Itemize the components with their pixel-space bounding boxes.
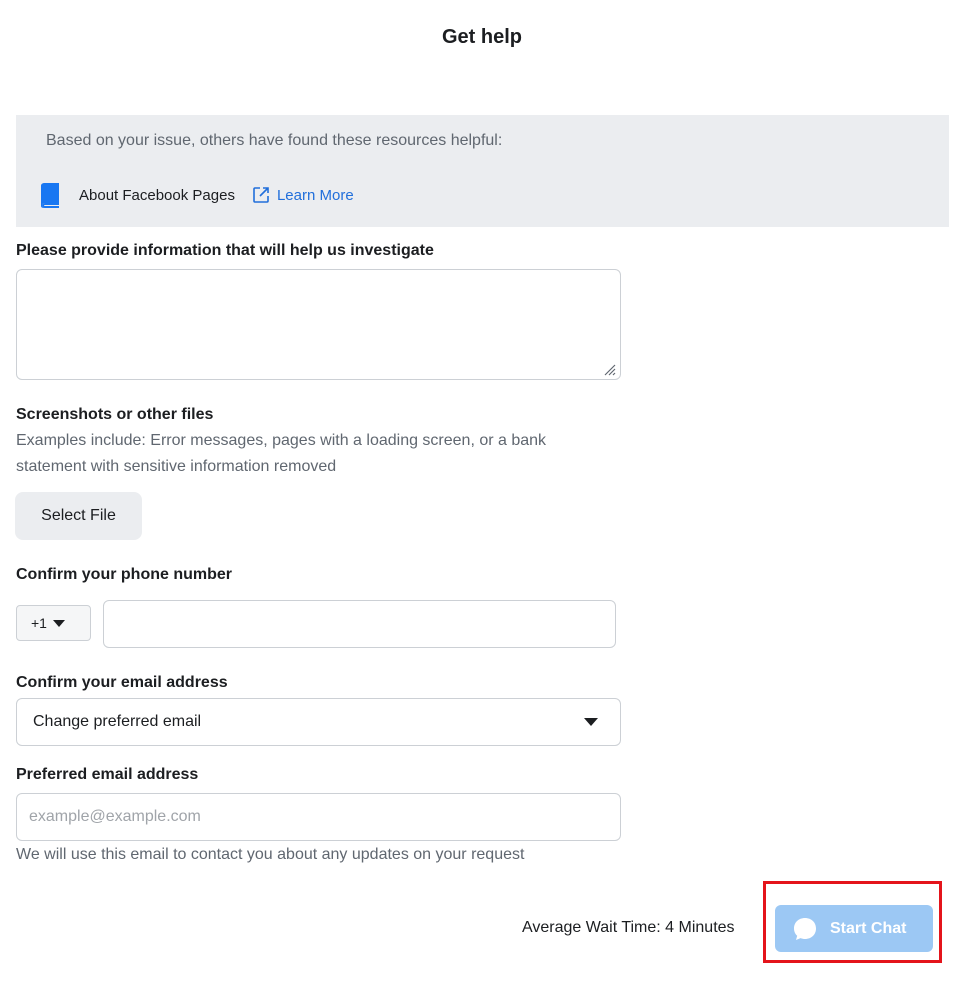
wait-time-text: Average Wait Time: 4 Minutes (522, 919, 735, 936)
files-help-line-1: Examples include: Error messages, pages … (16, 432, 547, 449)
caret-down-icon (584, 718, 598, 726)
select-file-button[interactable]: Select File (15, 492, 142, 540)
resize-grip-icon[interactable] (602, 362, 616, 376)
email-select[interactable]: Change preferred email (16, 698, 621, 746)
country-code-dropdown[interactable]: +1 (16, 605, 91, 641)
email-select-value: Change preferred email (33, 713, 202, 730)
files-label: Screenshots or other files (16, 406, 214, 423)
chat-bubble-icon (794, 917, 816, 940)
external-link-icon (253, 187, 269, 203)
resource-title: About Facebook Pages (79, 186, 235, 204)
learn-more-label: Learn More (276, 186, 354, 204)
resources-intro: Based on your issue, others have found t… (46, 132, 503, 149)
phone-label: Confirm your phone number (16, 566, 232, 583)
book-icon (41, 183, 59, 208)
resource-item: About Facebook Pages Learn More (38, 181, 354, 209)
preferred-email-input[interactable] (16, 793, 621, 841)
caret-down-icon (52, 619, 65, 627)
investigate-textarea[interactable] (16, 269, 621, 380)
files-help-line-2: statement with sensitive information rem… (16, 458, 337, 475)
phone-input[interactable] (103, 600, 616, 648)
start-chat-label: Start Chat (830, 919, 907, 937)
investigate-label: Please provide information that will hel… (16, 242, 434, 259)
preferred-email-label: Preferred email address (16, 766, 199, 783)
country-code-value: +1 (31, 615, 47, 631)
page-title: Get help (441, 26, 522, 48)
start-chat-button[interactable]: Start Chat (775, 905, 933, 952)
email-label: Confirm your email address (16, 674, 228, 691)
helpful-resources-panel: Based on your issue, others have found t… (16, 115, 949, 227)
learn-more-link[interactable]: Learn More (251, 185, 354, 205)
preferred-email-help: We will use this email to contact you ab… (16, 846, 525, 863)
